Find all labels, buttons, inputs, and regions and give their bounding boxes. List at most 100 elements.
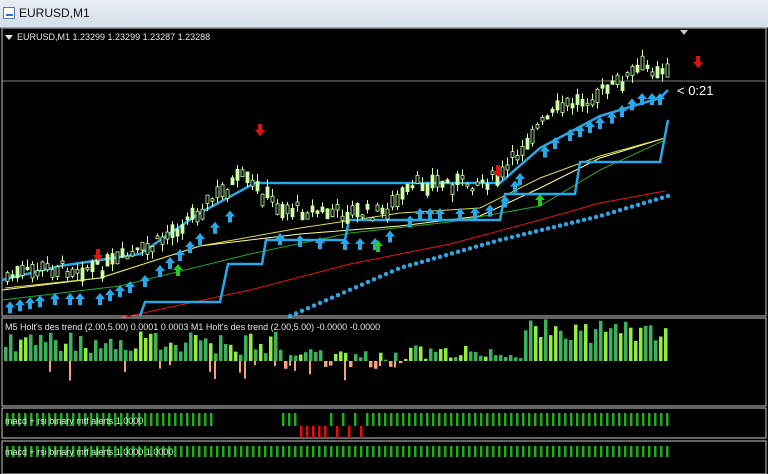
- macd-green-bar-2: [450, 446, 453, 457]
- candle-body: [185, 216, 190, 221]
- candle-body: [515, 154, 520, 161]
- histogram-bar: [14, 351, 18, 361]
- candle-body: [320, 206, 325, 213]
- macd-green-bar: [624, 413, 627, 426]
- buy-arrow-icon: [65, 293, 75, 305]
- sar-dot: [359, 282, 365, 287]
- macd-green-bar-2: [414, 446, 417, 457]
- macd-green-bar-2: [444, 446, 447, 457]
- histogram-bar: [99, 348, 103, 361]
- candle-body: [570, 103, 575, 109]
- candle-body: [230, 177, 235, 186]
- macd-green-bar: [420, 413, 423, 426]
- macd-green-bar-2: [216, 446, 219, 457]
- sar-dot: [407, 263, 413, 268]
- histogram-bar: [329, 361, 333, 366]
- macd-green-bar-2: [522, 446, 525, 457]
- macd-green-bar: [396, 413, 399, 426]
- histogram-bar: [24, 337, 28, 361]
- sar-dot: [521, 232, 527, 237]
- histogram-neg-bar: [69, 361, 71, 381]
- candle-body: [605, 84, 610, 94]
- sar-dot: [587, 216, 593, 221]
- buy-arrow-icon: [165, 257, 175, 269]
- macd-green-bar: [654, 413, 657, 426]
- candle-body: [565, 97, 570, 107]
- histogram-neg-bar: [274, 361, 276, 367]
- candle-body: [85, 267, 90, 271]
- histogram-bar: [599, 320, 603, 361]
- candle-body: [100, 270, 105, 279]
- histogram-bar: [499, 355, 503, 361]
- histogram-bar: [139, 331, 143, 361]
- sar-dot: [527, 230, 533, 235]
- histogram-bar: [74, 350, 78, 361]
- candle-body: [450, 184, 455, 195]
- candle-body: [405, 183, 410, 193]
- candle-body: [105, 254, 110, 267]
- triangle-down-icon[interactable]: [5, 35, 13, 41]
- histogram-bar: [189, 332, 193, 361]
- macd-green-bar: [342, 413, 345, 426]
- sar-dot: [437, 254, 443, 259]
- histogram-bar: [274, 331, 278, 361]
- candle-body: [425, 183, 430, 196]
- histogram-neg-bar: [169, 361, 171, 366]
- macd-green-bar-2: [666, 446, 669, 457]
- sar-dot: [539, 227, 545, 233]
- histogram-bar: [144, 337, 148, 361]
- macd-green-bar-2: [240, 446, 243, 457]
- histogram-bar: [479, 355, 483, 361]
- candle-body: [335, 204, 340, 211]
- macd-red-bar: [312, 426, 315, 438]
- candle-body: [205, 194, 210, 204]
- buy-arrow-icon: [575, 125, 585, 137]
- candle-body: [220, 184, 225, 198]
- candle-body: [305, 212, 310, 220]
- buy-arrow-icon: [5, 301, 15, 314]
- histogram-bar: [69, 332, 73, 361]
- candle-body: [55, 266, 60, 277]
- histogram-bar: [19, 339, 23, 361]
- histogram-bar: [344, 352, 348, 361]
- macd-green-bar: [144, 413, 147, 426]
- macd-green-bar-2: [366, 446, 369, 457]
- chart-canvas[interactable]: [0, 28, 768, 474]
- histogram-bar: [474, 351, 478, 361]
- candle-body: [135, 247, 140, 251]
- candle-body: [525, 137, 530, 150]
- macd-green-bar-2: [186, 446, 189, 457]
- buy-arrow-icon: [295, 235, 305, 247]
- macd-green-bar-2: [582, 446, 585, 457]
- histogram-bar: [239, 354, 243, 361]
- buy-arrow-icon: [140, 275, 150, 287]
- macd-green-bar-2: [246, 446, 249, 457]
- macd-green-bar-2: [624, 446, 627, 457]
- macd-green-bar-2: [372, 446, 375, 457]
- indicator-3-frame: [1, 440, 767, 474]
- candle-body: [440, 180, 445, 188]
- macd-green-bar-2: [534, 446, 537, 457]
- macd-green-bar: [174, 413, 177, 426]
- histogram-bar: [524, 330, 528, 361]
- candle-body: [50, 269, 55, 278]
- macd-green-bar-2: [498, 446, 501, 457]
- chart-area[interactable]: EURUSD,M1 1.23299 1.23299 1.23287 1.2328…: [0, 28, 768, 474]
- candle-body: [255, 181, 260, 192]
- candle-body: [155, 235, 160, 240]
- macd-green-bar-2: [180, 446, 183, 457]
- candle-body: [420, 183, 425, 191]
- macd-green-bar: [474, 413, 477, 426]
- main-price-pane[interactable]: [1, 49, 703, 319]
- buy-arrow-icon: [15, 299, 25, 312]
- candle-body: [210, 198, 215, 202]
- histogram-bar: [134, 348, 138, 361]
- macd-green-bar: [450, 413, 453, 426]
- candle-body: [150, 246, 155, 253]
- shift-marker-icon[interactable]: [680, 30, 688, 35]
- buy-arrow-icon: [617, 105, 627, 117]
- candle-body: [250, 179, 255, 187]
- sar-dot: [611, 209, 617, 215]
- macd-red-bar: [324, 426, 327, 438]
- macd-green-bar: [204, 413, 207, 426]
